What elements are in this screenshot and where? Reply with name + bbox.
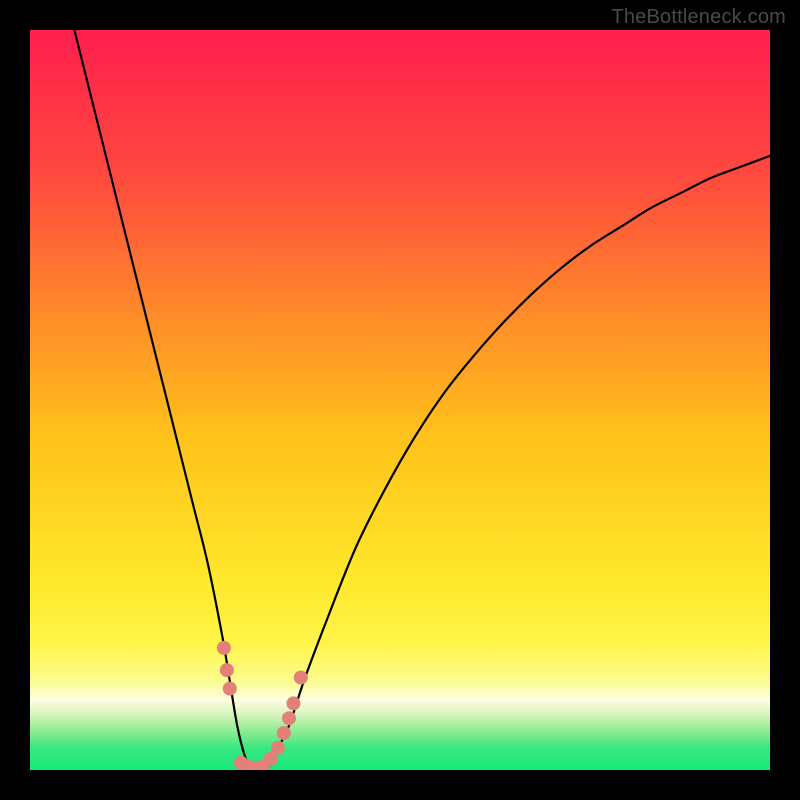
background-gradient [30, 30, 770, 770]
figure-frame: TheBottleneck.com [0, 0, 800, 800]
plot-area [30, 30, 770, 770]
watermark-text: TheBottleneck.com [611, 6, 786, 29]
